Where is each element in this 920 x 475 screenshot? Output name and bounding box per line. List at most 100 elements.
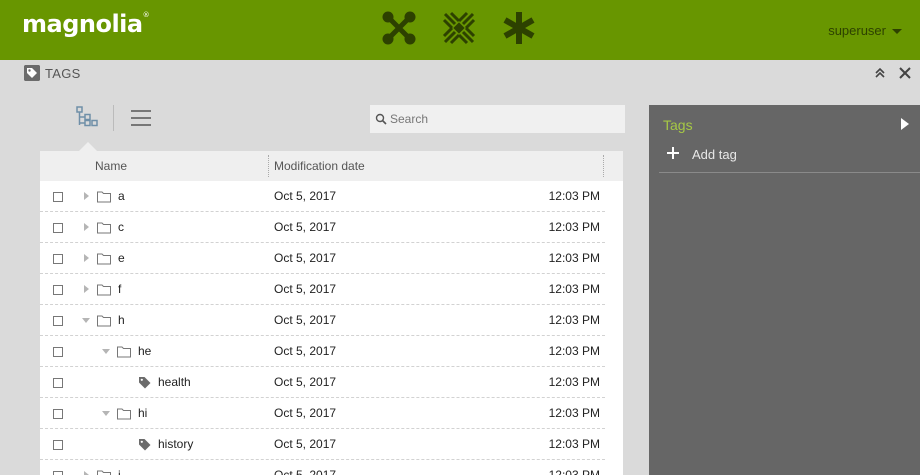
table-row[interactable]: c Oct 5, 2017 12:03 PM	[40, 212, 605, 243]
magnolia-logo[interactable]: magnolia®	[22, 10, 150, 38]
row-checkbox[interactable]	[53, 440, 63, 450]
folder-icon	[97, 315, 111, 327]
row-checkbox[interactable]	[53, 285, 63, 295]
table-row[interactable]: h Oct 5, 2017 12:03 PM	[40, 305, 605, 336]
row-modification-date: Oct 5, 2017	[274, 406, 337, 420]
list-view-icon[interactable]	[126, 103, 156, 133]
add-tag-action[interactable]: Add tag	[659, 143, 909, 167]
row-modification-date: Oct 5, 2017	[274, 251, 337, 265]
add-tag-label: Add tag	[692, 147, 737, 162]
row-modification-date: Oct 5, 2017	[274, 313, 337, 327]
row-modification-time: 12:03 PM	[548, 375, 600, 389]
row-modification-time: 12:03 PM	[548, 437, 600, 451]
row-checkbox[interactable]	[53, 316, 63, 326]
row-modification-date: Oct 5, 2017	[274, 375, 337, 389]
user-name: superuser	[828, 23, 886, 38]
collapsed-toggle-icon[interactable]	[81, 470, 91, 475]
row-modification-date: Oct 5, 2017	[274, 189, 337, 203]
action-bar-title: Tags	[663, 117, 693, 133]
row-name: health	[158, 375, 191, 389]
row-modification-time: 12:03 PM	[548, 251, 600, 265]
app-title-bar: TAGS	[0, 60, 920, 90]
tasks-icon[interactable]	[441, 10, 477, 46]
row-checkbox[interactable]	[53, 378, 63, 388]
row-checkbox[interactable]	[53, 254, 63, 264]
row-name: a	[118, 189, 125, 203]
row-checkbox[interactable]	[53, 347, 63, 357]
folder-icon	[117, 408, 131, 420]
row-modification-date: Oct 5, 2017	[274, 220, 337, 234]
row-modification-time: 12:03 PM	[548, 282, 600, 296]
action-bar: Tags Add tag	[649, 105, 920, 475]
active-view-pointer	[79, 142, 97, 151]
logo-text: magnolia	[22, 10, 143, 38]
row-name: history	[158, 437, 194, 451]
view-separator	[113, 105, 114, 131]
row-name: hi	[138, 406, 148, 420]
folder-icon	[97, 470, 111, 475]
row-name: h	[118, 313, 125, 327]
row-name: c	[118, 220, 124, 234]
tag-icon	[139, 377, 151, 389]
row-modification-time: 12:03 PM	[548, 468, 600, 475]
folder-icon	[97, 284, 111, 296]
row-checkbox[interactable]	[53, 471, 63, 475]
tree-view-icon[interactable]	[73, 103, 103, 133]
row-modification-time: 12:03 PM	[548, 313, 600, 327]
row-name: e	[118, 251, 125, 265]
collapsed-toggle-icon[interactable]	[81, 191, 91, 201]
column-header-name[interactable]: Name	[95, 159, 127, 173]
row-name: i	[118, 468, 121, 475]
row-checkbox[interactable]	[53, 223, 63, 233]
row-modification-date: Oct 5, 2017	[274, 282, 337, 296]
search-input[interactable]	[390, 106, 620, 132]
expanded-toggle-icon[interactable]	[81, 315, 91, 325]
expanded-toggle-icon[interactable]	[101, 346, 111, 356]
row-name: f	[118, 282, 122, 296]
row-checkbox[interactable]	[53, 409, 63, 419]
collapsed-toggle-icon[interactable]	[81, 253, 91, 263]
apps-icon[interactable]	[381, 10, 417, 46]
row-modification-date: Oct 5, 2017	[274, 468, 337, 475]
table-row[interactable]: hi Oct 5, 2017 12:03 PM	[40, 398, 605, 429]
folder-icon	[97, 253, 111, 265]
table-row[interactable]: he Oct 5, 2017 12:03 PM	[40, 336, 605, 367]
table-row[interactable]: health Oct 5, 2017 12:03 PM	[40, 367, 605, 398]
collapse-icon[interactable]	[871, 64, 889, 82]
row-modification-time: 12:03 PM	[548, 406, 600, 420]
tags-tree-grid: Name Modification date a Oct 5, 2017 12:03…	[40, 151, 623, 475]
column-divider[interactable]	[603, 155, 604, 177]
row-modification-time: 12:03 PM	[548, 220, 600, 234]
caret-down-icon	[892, 29, 902, 35]
row-modification-time: 12:03 PM	[548, 344, 600, 358]
table-row[interactable]: a Oct 5, 2017 12:03 PM	[40, 181, 605, 212]
collapsed-toggle-icon[interactable]	[81, 284, 91, 294]
table-row[interactable]: f Oct 5, 2017 12:03 PM	[40, 274, 605, 305]
row-name: he	[138, 344, 152, 358]
app-title: TAGS	[45, 66, 81, 81]
tag-icon	[139, 439, 151, 451]
row-modification-time: 12:03 PM	[548, 189, 600, 203]
expanded-toggle-icon[interactable]	[101, 408, 111, 418]
search-icon	[375, 113, 387, 125]
folder-icon	[97, 222, 111, 234]
table-row[interactable]: e Oct 5, 2017 12:03 PM	[40, 243, 605, 274]
column-header-modification-date[interactable]: Modification date	[274, 159, 365, 173]
logo-registered-mark: ®	[142, 11, 150, 19]
table-row[interactable]: history Oct 5, 2017 12:03 PM	[40, 429, 605, 460]
pulse-icon[interactable]	[501, 10, 537, 46]
collapse-action-bar-icon[interactable]	[900, 117, 910, 131]
row-modification-date: Oct 5, 2017	[274, 344, 337, 358]
folder-icon	[117, 346, 131, 358]
top-bar: magnolia® superuser	[0, 0, 920, 60]
action-bar-divider	[659, 172, 920, 173]
grid-header: Name Modification date	[40, 151, 623, 181]
column-divider[interactable]	[268, 155, 269, 177]
close-icon[interactable]	[896, 64, 914, 82]
table-row[interactable]: i Oct 5, 2017 12:03 PM	[40, 460, 605, 475]
user-menu[interactable]: superuser	[828, 23, 902, 38]
row-checkbox[interactable]	[53, 192, 63, 202]
plus-icon	[667, 147, 679, 159]
collapsed-toggle-icon[interactable]	[81, 222, 91, 232]
tag-app-icon	[24, 65, 40, 81]
